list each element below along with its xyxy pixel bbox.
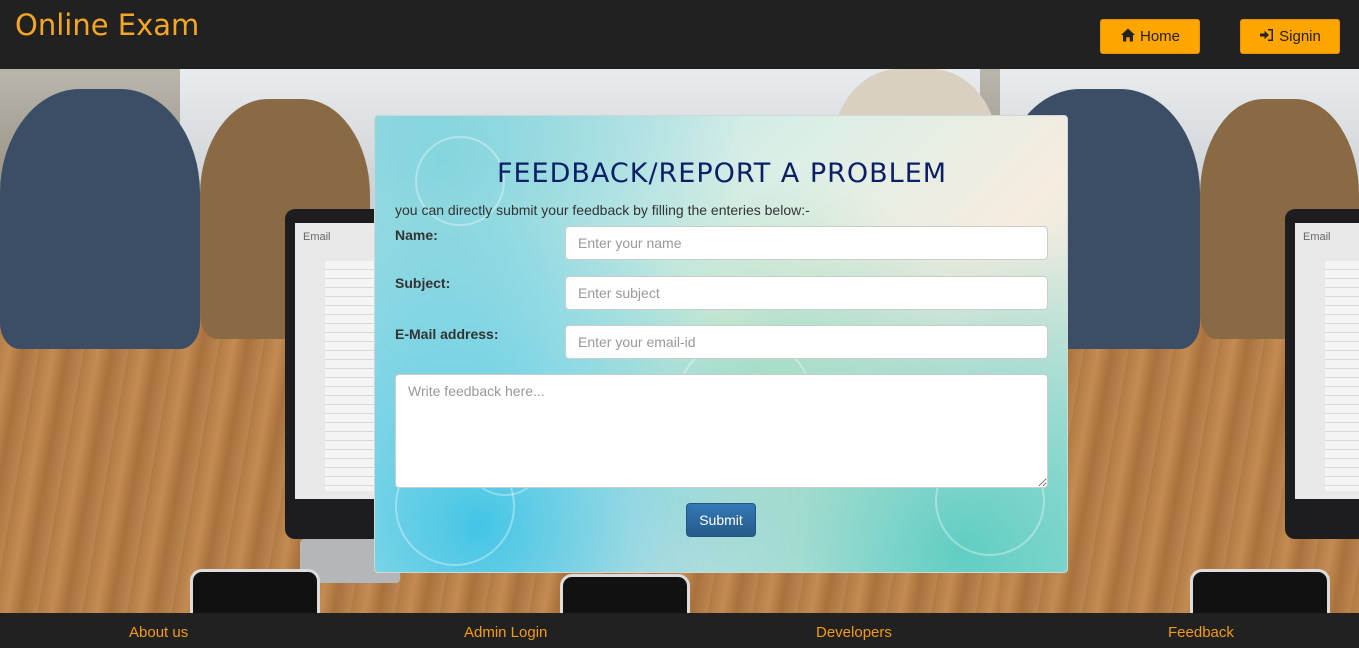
name-label: Name: [395,227,438,243]
footer-link-admin-login[interactable]: Admin Login [464,624,547,641]
subject-label: Subject: [395,275,451,291]
footer-link-about-us[interactable]: About us [129,624,188,641]
email-input[interactable] [565,325,1048,359]
site-brand[interactable]: Online Exam [15,8,199,42]
form-title: FEEDBACK/REPORT A PROBLEM [496,158,948,189]
form-subtitle: you can directly submit your feedback by… [395,202,810,218]
background-phone-2 [560,574,690,613]
email-label: E-Mail address: [395,326,499,342]
footer-link-feedback[interactable]: Feedback [1168,624,1234,641]
subject-input[interactable] [565,276,1048,310]
signin-button-label: Signin [1279,28,1321,45]
home-button[interactable]: Home [1100,19,1200,54]
background-person-left [0,89,200,349]
top-navbar: Online Exam Home Signin [0,0,1359,69]
laptop-screen-text: Email [303,231,331,243]
home-button-label: Home [1139,28,1180,45]
footer-link-developers[interactable]: Developers [816,624,892,641]
background-laptop-repeat: Email [1285,209,1359,539]
laptop-screen-text-repeat: Email [1303,231,1331,243]
background-phone [190,569,320,613]
home-icon [1120,27,1136,47]
signin-button[interactable]: Signin [1240,19,1340,54]
feedback-form-panel: FEEDBACK/REPORT A PROBLEM you can direct… [374,115,1068,573]
feedback-textarea[interactable] [395,374,1048,488]
submit-button[interactable]: Submit [686,503,756,537]
sign-in-icon [1259,27,1275,47]
background-phone-repeat [1190,569,1330,613]
name-input[interactable] [565,226,1048,260]
footer-bar: About us Admin Login Developers Feedback [0,613,1359,648]
